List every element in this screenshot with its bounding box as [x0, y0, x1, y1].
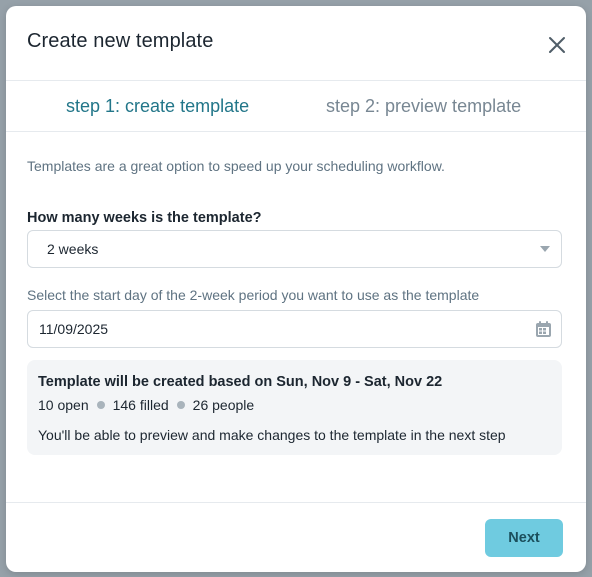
template-summary-box: Template will be created based on Sun, N…: [27, 360, 562, 455]
caret-down-icon: [540, 246, 550, 252]
close-icon: [549, 37, 565, 53]
start-date-input[interactable]: 11/09/2025: [27, 310, 562, 348]
tabs-divider: [6, 131, 586, 132]
close-button[interactable]: [544, 32, 570, 58]
next-button[interactable]: Next: [485, 519, 563, 557]
header-divider: [6, 80, 586, 81]
filled-count: 146 filled: [112, 397, 169, 413]
summary-note: You'll be able to preview and make chang…: [38, 427, 506, 443]
modal-title: Create new template: [27, 30, 214, 52]
separator-dot-icon: [96, 401, 105, 409]
people-count: 26 people: [192, 397, 255, 413]
tab-step-2[interactable]: step 2: preview template: [326, 96, 521, 117]
summary-title: Template will be created based on Sun, N…: [38, 374, 443, 390]
intro-text: Templates are a great option to speed up…: [27, 158, 445, 174]
start-day-label: Select the start day of the 2-week perio…: [27, 287, 480, 303]
open-count: 10 open: [38, 397, 89, 413]
weeks-select-value: 2 weeks: [47, 241, 99, 257]
weeks-label: How many weeks is the template?: [27, 210, 262, 226]
calendar-icon[interactable]: [536, 321, 551, 337]
summary-stats: 10 open 146 filled 26 people: [38, 397, 254, 413]
create-template-modal: Create new template step 1: create templ…: [6, 6, 586, 572]
tab-step-1[interactable]: step 1: create template: [66, 96, 249, 117]
start-date-value: 11/09/2025: [39, 321, 109, 337]
separator-dot-icon: [176, 401, 185, 409]
weeks-select[interactable]: 2 weeks: [27, 230, 562, 268]
footer-divider: [6, 502, 586, 503]
